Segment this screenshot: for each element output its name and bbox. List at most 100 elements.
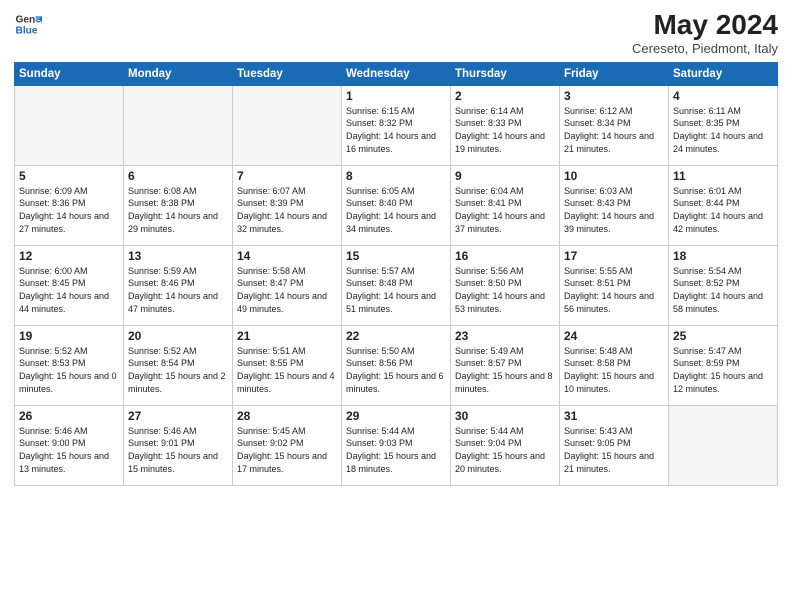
calendar-cell: 10Sunrise: 6:03 AM Sunset: 8:43 PM Dayli… — [560, 165, 669, 245]
calendar-header-friday: Friday — [560, 62, 669, 85]
day-info: Sunrise: 6:12 AM Sunset: 8:34 PM Dayligh… — [564, 105, 664, 155]
day-number: 16 — [455, 249, 555, 263]
calendar-cell — [233, 85, 342, 165]
day-info: Sunrise: 5:52 AM Sunset: 8:53 PM Dayligh… — [19, 345, 119, 395]
day-info: Sunrise: 5:55 AM Sunset: 8:51 PM Dayligh… — [564, 265, 664, 315]
calendar-cell: 30 Sunrise: 5:44 AM Sunset: 9:04 PM Dayli… — [451, 405, 560, 485]
calendar-cell: 11 Sunrise: 6:01 AM Sunset: 8:44 PM Dayli… — [669, 165, 778, 245]
day-number: 22 — [346, 329, 446, 343]
day-info: Sunrise: 6:08 AM Sunset: 8:38 PM Dayligh… — [128, 185, 228, 235]
day-info: Sunrise: 5:46 AM Sunset: 9:01 PM Dayligh… — [128, 425, 228, 475]
day-info: Sunrise: 5:44 AM Sunset: 9:03 PM Dayligh… — [346, 425, 446, 475]
day-info: Sunrise: 5:49 AM Sunset: 8:57 PM Dayligh… — [455, 345, 555, 395]
day-number: 27 — [128, 409, 228, 423]
day-number: 3 — [564, 89, 664, 103]
calendar-cell: 15 Sunrise: 5:57 AM Sunset: 8:48 PM Dayli… — [342, 245, 451, 325]
calendar-header-row: SundayMondayTuesdayWednesdayThursdayFrid… — [15, 62, 778, 85]
day-info: Sunrise: 5:54 AM Sunset: 8:52 PM Dayligh… — [673, 265, 773, 315]
day-number: 26 — [19, 409, 119, 423]
day-number: 2 — [455, 89, 555, 103]
day-info: Sunrise: 6:07 AM Sunset: 8:39 PM Dayligh… — [237, 185, 337, 235]
calendar-header-thursday: Thursday — [451, 62, 560, 85]
calendar-cell: 8Sunrise: 6:05 AM Sunset: 8:40 PM Daylig… — [342, 165, 451, 245]
calendar-cell: 19 Sunrise: 5:52 AM Sunset: 8:53 PM Dayli… — [15, 325, 124, 405]
calendar-cell: 18 Sunrise: 5:54 AM Sunset: 8:52 PM Dayli… — [669, 245, 778, 325]
calendar-cell: 9Sunrise: 6:04 AM Sunset: 8:41 PM Daylig… — [451, 165, 560, 245]
day-number: 19 — [19, 329, 119, 343]
calendar-cell: 16 Sunrise: 5:56 AM Sunset: 8:50 PM Dayli… — [451, 245, 560, 325]
calendar-cell: 26 Sunrise: 5:46 AM Sunset: 9:00 PM Dayli… — [15, 405, 124, 485]
day-info: Sunrise: 5:43 AM Sunset: 9:05 PM Dayligh… — [564, 425, 664, 475]
page-header: General Blue May 2024 Cereseto, Piedmont… — [14, 10, 778, 56]
day-info: Sunrise: 6:05 AM Sunset: 8:40 PM Dayligh… — [346, 185, 446, 235]
day-number: 28 — [237, 409, 337, 423]
main-title: May 2024 — [632, 10, 778, 41]
day-number: 11 — [673, 169, 773, 183]
calendar-body: 1 Sunrise: 6:15 AM Sunset: 8:32 PM Daylig… — [15, 85, 778, 485]
day-info: Sunrise: 5:47 AM Sunset: 8:59 PM Dayligh… — [673, 345, 773, 395]
day-info: Sunrise: 6:15 AM Sunset: 8:32 PM Dayligh… — [346, 105, 446, 155]
day-number: 4 — [673, 89, 773, 103]
calendar-header-wednesday: Wednesday — [342, 62, 451, 85]
calendar-cell: 31Sunrise: 5:43 AM Sunset: 9:05 PM Dayli… — [560, 405, 669, 485]
day-number: 23 — [455, 329, 555, 343]
calendar-header-saturday: Saturday — [669, 62, 778, 85]
calendar-cell: 27 Sunrise: 5:46 AM Sunset: 9:01 PM Dayli… — [124, 405, 233, 485]
day-number: 5 — [19, 169, 119, 183]
day-number: 7 — [237, 169, 337, 183]
day-info: Sunrise: 5:56 AM Sunset: 8:50 PM Dayligh… — [455, 265, 555, 315]
day-number: 12 — [19, 249, 119, 263]
svg-text:Blue: Blue — [16, 25, 38, 36]
calendar-cell: 13 Sunrise: 5:59 AM Sunset: 8:46 PM Dayli… — [124, 245, 233, 325]
day-info: Sunrise: 5:48 AM Sunset: 8:58 PM Dayligh… — [564, 345, 664, 395]
day-info: Sunrise: 6:09 AM Sunset: 8:36 PM Dayligh… — [19, 185, 119, 235]
calendar-cell: 12 Sunrise: 6:00 AM Sunset: 8:45 PM Dayli… — [15, 245, 124, 325]
calendar-cell: 29 Sunrise: 5:44 AM Sunset: 9:03 PM Dayli… — [342, 405, 451, 485]
calendar-cell: 5 Sunrise: 6:09 AM Sunset: 8:36 PM Daylig… — [15, 165, 124, 245]
day-info: Sunrise: 5:58 AM Sunset: 8:47 PM Dayligh… — [237, 265, 337, 315]
calendar-cell: 4 Sunrise: 6:11 AM Sunset: 8:35 PM Daylig… — [669, 85, 778, 165]
day-info: Sunrise: 5:57 AM Sunset: 8:48 PM Dayligh… — [346, 265, 446, 315]
calendar-cell: 25 Sunrise: 5:47 AM Sunset: 8:59 PM Dayli… — [669, 325, 778, 405]
day-number: 30 — [455, 409, 555, 423]
day-number: 29 — [346, 409, 446, 423]
day-info: Sunrise: 6:01 AM Sunset: 8:44 PM Dayligh… — [673, 185, 773, 235]
calendar-cell — [124, 85, 233, 165]
day-number: 1 — [346, 89, 446, 103]
calendar-header-sunday: Sunday — [15, 62, 124, 85]
subtitle: Cereseto, Piedmont, Italy — [632, 41, 778, 56]
day-number: 6 — [128, 169, 228, 183]
day-number: 15 — [346, 249, 446, 263]
day-number: 14 — [237, 249, 337, 263]
calendar-week-2: 5 Sunrise: 6:09 AM Sunset: 8:36 PM Daylig… — [15, 165, 778, 245]
calendar-cell: 24 Sunrise: 5:48 AM Sunset: 8:58 PM Dayli… — [560, 325, 669, 405]
calendar-header-tuesday: Tuesday — [233, 62, 342, 85]
day-info: Sunrise: 5:46 AM Sunset: 9:00 PM Dayligh… — [19, 425, 119, 475]
day-number: 24 — [564, 329, 664, 343]
calendar-cell: 23 Sunrise: 5:49 AM Sunset: 8:57 PM Dayli… — [451, 325, 560, 405]
day-info: Sunrise: 6:03 AM Sunset: 8:43 PM Dayligh… — [564, 185, 664, 235]
calendar-cell: 2 Sunrise: 6:14 AM Sunset: 8:33 PM Daylig… — [451, 85, 560, 165]
day-info: Sunrise: 5:44 AM Sunset: 9:04 PM Dayligh… — [455, 425, 555, 475]
calendar-cell: 21Sunrise: 5:51 AM Sunset: 8:55 PM Dayli… — [233, 325, 342, 405]
day-info: Sunrise: 6:11 AM Sunset: 8:35 PM Dayligh… — [673, 105, 773, 155]
logo-icon: General Blue — [14, 10, 42, 38]
day-number: 25 — [673, 329, 773, 343]
calendar-week-5: 26 Sunrise: 5:46 AM Sunset: 9:00 PM Dayli… — [15, 405, 778, 485]
day-info: Sunrise: 6:14 AM Sunset: 8:33 PM Dayligh… — [455, 105, 555, 155]
calendar-cell: 3 Sunrise: 6:12 AM Sunset: 8:34 PM Daylig… — [560, 85, 669, 165]
day-number: 18 — [673, 249, 773, 263]
day-number: 17 — [564, 249, 664, 263]
day-number: 21 — [237, 329, 337, 343]
day-info: Sunrise: 5:45 AM Sunset: 9:02 PM Dayligh… — [237, 425, 337, 475]
calendar-cell — [15, 85, 124, 165]
day-number: 13 — [128, 249, 228, 263]
day-info: Sunrise: 6:04 AM Sunset: 8:41 PM Dayligh… — [455, 185, 555, 235]
day-info: Sunrise: 5:59 AM Sunset: 8:46 PM Dayligh… — [128, 265, 228, 315]
title-block: May 2024 Cereseto, Piedmont, Italy — [632, 10, 778, 56]
calendar-cell: 1 Sunrise: 6:15 AM Sunset: 8:32 PM Daylig… — [342, 85, 451, 165]
day-info: Sunrise: 6:00 AM Sunset: 8:45 PM Dayligh… — [19, 265, 119, 315]
logo: General Blue — [14, 10, 42, 38]
calendar-week-4: 19 Sunrise: 5:52 AM Sunset: 8:53 PM Dayli… — [15, 325, 778, 405]
calendar-cell: 7 Sunrise: 6:07 AM Sunset: 8:39 PM Daylig… — [233, 165, 342, 245]
